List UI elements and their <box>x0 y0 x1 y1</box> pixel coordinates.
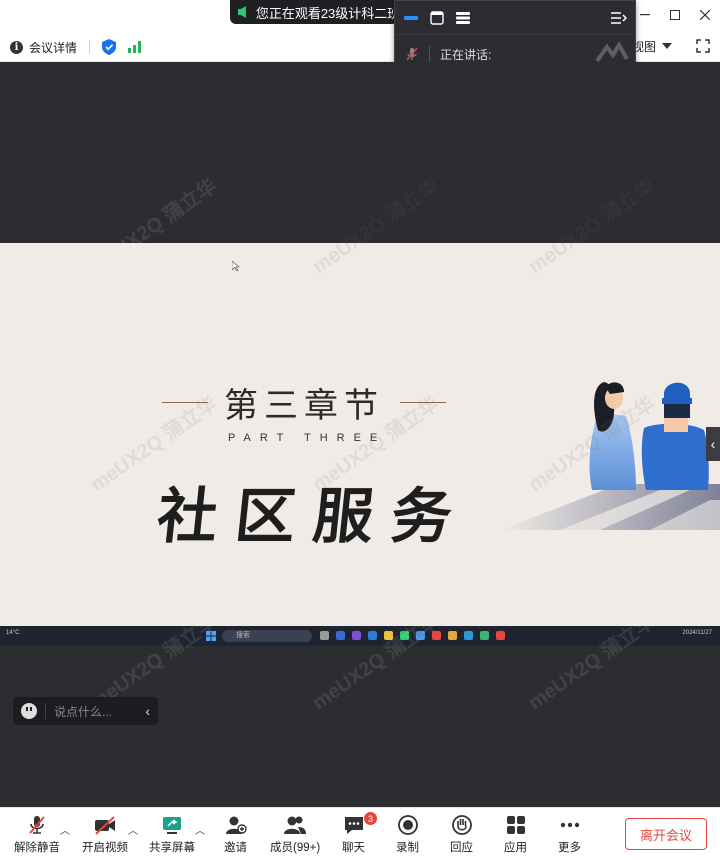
divider <box>89 40 91 54</box>
slide-subtitle: PART THREE <box>228 432 387 444</box>
info-icon: i <box>10 40 23 54</box>
chat-label: 聊天 <box>342 842 365 854</box>
chat-bubble-icon <box>344 817 363 834</box>
add-user-icon <box>225 816 247 834</box>
more-label: 更多 <box>558 842 581 854</box>
leave-meeting-button[interactable]: 离开会议 <box>625 818 707 850</box>
network-signal-icon[interactable] <box>128 41 142 53</box>
taskbar-search-box: 搜索 <box>222 630 312 642</box>
meeting-info-row[interactable]: i 会议详情 <box>10 38 142 56</box>
collapse-panel-button[interactable] <box>611 10 627 26</box>
chat-input-box[interactable]: 说点什么... ‹ <box>13 697 158 725</box>
view-switcher[interactable]: 视图 <box>632 36 710 56</box>
illustration-image <box>500 382 720 530</box>
title-rule-right <box>400 401 446 403</box>
maximize-icon <box>670 10 680 20</box>
mic-muted-icon <box>29 816 45 834</box>
apps-label: 应用 <box>504 842 527 854</box>
fullscreen-icon[interactable] <box>696 39 710 53</box>
taskbar-weather-text: 14°C <box>6 630 20 636</box>
more-dots-icon <box>560 822 579 828</box>
taskbar-clock-text: 2024/11/27 <box>682 630 712 636</box>
emoji-icon[interactable] <box>21 703 37 719</box>
chevron-down-icon <box>662 43 672 49</box>
speaking-label: 正在讲话: <box>440 47 492 62</box>
shared-screen-taskbar: 14°C 搜索 2024/11/27 <box>0 626 720 646</box>
mic-options-chevron-icon[interactable]: ︿ <box>60 822 70 837</box>
unmute-label: 解除静音 <box>14 842 60 854</box>
speaker-panel-toolbar <box>395 1 635 35</box>
members-icon <box>284 816 307 834</box>
invite-button[interactable]: 邀请 <box>224 814 247 858</box>
minimal-view-icon <box>404 15 418 20</box>
chevron-left-icon[interactable]: ‹ <box>145 703 150 719</box>
meeting-info-label[interactable]: 会议详情 <box>29 39 77 56</box>
reactions-label: 回应 <box>450 842 473 854</box>
close-window-button[interactable] <box>690 0 720 30</box>
title-rule-left <box>162 401 208 403</box>
start-video-button[interactable]: 开启视频 <box>82 814 128 858</box>
chat-button[interactable]: 3 聊天 <box>342 812 377 858</box>
apps-grid-icon <box>506 816 525 834</box>
chevron-left-icon: ‹ <box>710 436 716 452</box>
list-icon <box>456 11 470 24</box>
chat-unread-badge: 3 <box>364 812 377 825</box>
apps-button[interactable]: 应用 <box>504 814 527 858</box>
record-icon <box>397 815 418 835</box>
windows-start-icon <box>206 631 216 641</box>
single-view-button[interactable] <box>429 10 445 26</box>
share-screen-label: 共享屏幕 <box>149 842 195 854</box>
start-video-label: 开启视频 <box>82 842 128 854</box>
raise-hand-icon <box>451 815 472 835</box>
slide-nav-prev-button[interactable]: ‹ <box>706 427 720 461</box>
minimal-view-button[interactable] <box>403 10 419 26</box>
slide-title: 第三章节 <box>224 385 384 426</box>
record-button[interactable]: 录制 <box>396 814 419 858</box>
close-icon <box>700 10 710 20</box>
collapse-right-icon <box>611 11 627 24</box>
more-button[interactable]: 更多 <box>558 814 581 858</box>
mic-muted-icon <box>406 47 418 61</box>
reactions-button[interactable]: 回应 <box>450 814 473 858</box>
taskbar-app-icons <box>320 631 505 640</box>
members-button[interactable]: 成员(99+) <box>270 814 320 858</box>
video-options-chevron-icon[interactable]: ︿ <box>128 822 138 837</box>
invite-label: 邀请 <box>224 842 247 854</box>
meeting-toolbar: 解除静音 ︿ 开启视频 ︿ 共享屏幕 ︿ 邀请 成员(99+) 3 聊天 录制 … <box>0 807 720 860</box>
camera-off-icon <box>95 816 115 835</box>
window-icon <box>430 10 444 25</box>
window-controls <box>630 0 720 30</box>
unmute-button[interactable]: 解除静音 <box>14 814 60 858</box>
chat-input-placeholder[interactable]: 说点什么... <box>54 703 112 720</box>
watching-text: 您正在观看23级计科二班 <box>255 5 398 21</box>
mouse-cursor-icon <box>232 261 240 271</box>
list-view-button[interactable] <box>455 10 471 26</box>
minimize-icon <box>640 14 650 16</box>
share-screen-icon <box>163 817 181 834</box>
members-label: 成员(99+) <box>270 842 321 854</box>
share-options-chevron-icon[interactable]: ︿ <box>195 822 205 837</box>
slide-main-text: 社区服务 <box>153 482 474 552</box>
watching-banner[interactable]: 您正在观看23级计科二班 <box>230 0 398 24</box>
maximize-window-button[interactable] <box>660 0 690 30</box>
record-label: 录制 <box>396 842 419 854</box>
speaker-icon <box>238 6 246 18</box>
shield-icon[interactable] <box>102 39 117 55</box>
share-screen-button[interactable]: 共享屏幕 <box>149 814 195 858</box>
slide-title-row: 第三章节 <box>162 380 446 426</box>
